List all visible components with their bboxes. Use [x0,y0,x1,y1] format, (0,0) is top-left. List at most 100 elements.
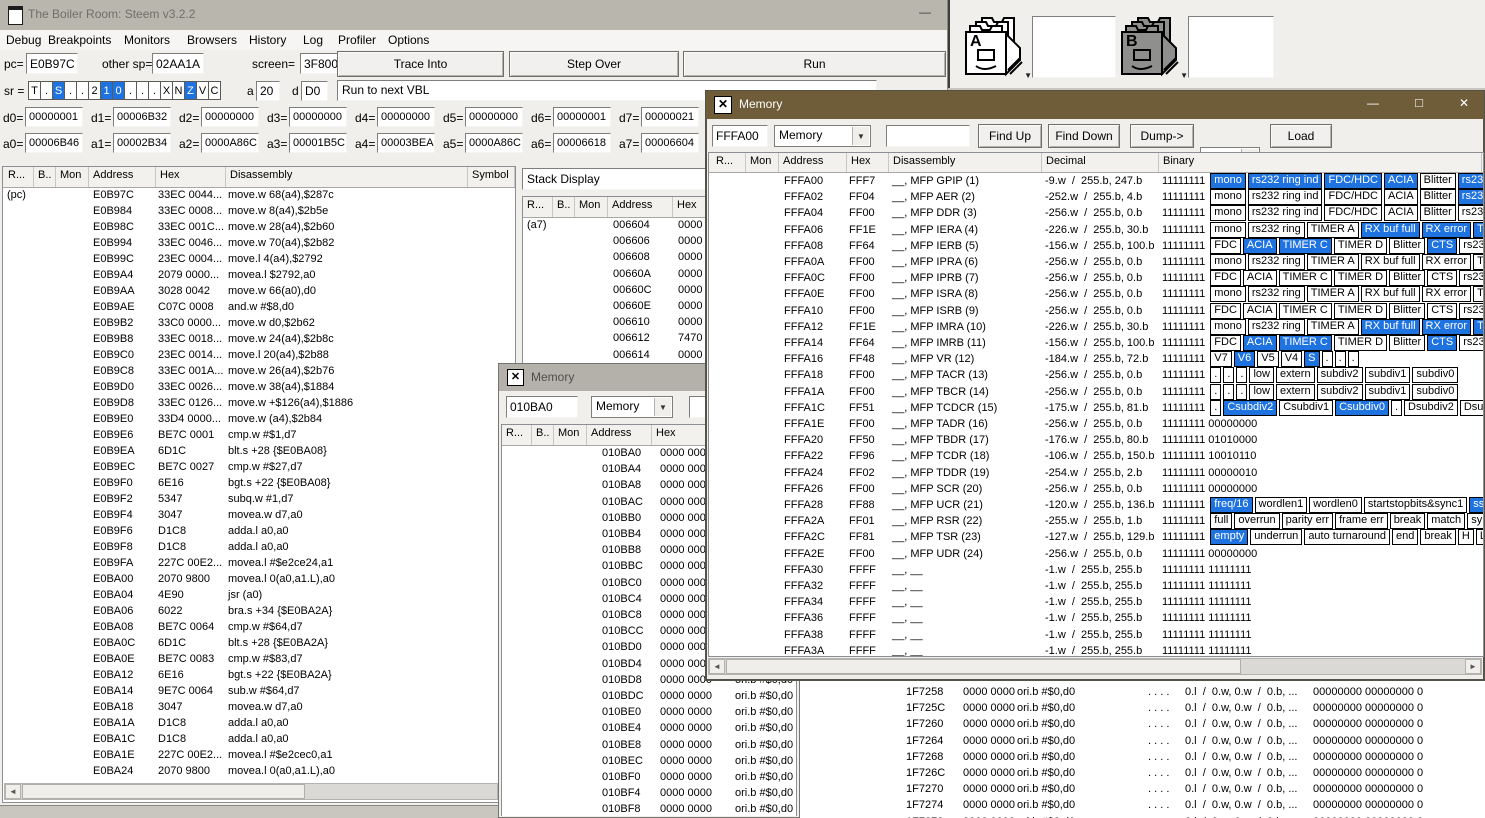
menu-item-browsers[interactable]: Browsers [187,33,237,47]
column-header-r[interactable]: R... [502,425,532,445]
front-memory-row[interactable]: FFFA1EFF00__, MFP TADR (16)-256.w / 255.… [709,416,1483,432]
data-register-value[interactable]: 00006B32 [113,107,171,127]
front-memory-row[interactable]: FFFA32FFFF__, __-1.w / 255.b, 255.b11111… [709,578,1483,594]
front-memory-row[interactable]: FFFA3AFFFF__, __-1.w / 255.b, 255.b11111… [709,643,1483,656]
front-memory-row[interactable]: FFFA06FF1E__, MFP IERA (4)-226.w / 255.b… [709,222,1483,238]
front-memory-row[interactable]: FFFA34FFFF__, __-1.w / 255.b, 255.b11111… [709,594,1483,610]
front-memory-row[interactable]: FFFA26FF00__, MFP SCR (20)-256.w / 255.b… [709,481,1483,497]
dump-button[interactable]: Dump-> [1130,124,1194,148]
menu-item-options[interactable]: Options [388,33,429,47]
chevron-down-icon[interactable]: ▼ [852,127,869,145]
drive-b-dropdown-icon[interactable]: ▼ [1180,71,1188,80]
front-memory-row[interactable]: FFFA10FF00__, MFP ISRB (9)-256.w / 255.b… [709,303,1483,319]
memory3-row[interactable]: 1F72640000 0000ori.b #$0,d0. . . .0.l / … [793,733,1485,749]
column-header-b[interactable]: B.. [553,197,575,217]
front-memory-row[interactable]: FFFA16FF48__, MFP VR (12)-184.w / 255.b,… [709,351,1483,367]
menu-item-monitors[interactable]: Monitors [124,33,170,47]
menu-item-log[interactable]: Log [303,33,323,47]
disassembly-row[interactable]: E0BA002070 9800movea.l 0(a0,a1.L),a0 [3,571,515,587]
front-memory-row[interactable]: FFFA02FF04__, MFP AER (2)-252.w / 255.b,… [709,189,1483,205]
column-header-b[interactable]: B.. [34,167,56,187]
disassembly-row[interactable]: E0B9C023EC 0014...move.l 20(a4),$2b88 [3,347,515,363]
stack-display-combo[interactable]: Stack Display [522,168,713,190]
memory3-row[interactable]: 1F72600000 0000ori.b #$0,d0. . . .0.l / … [793,716,1485,732]
front-maximize-button[interactable]: □ [1404,95,1434,113]
find-down-button[interactable]: Find Down [1048,124,1120,148]
disassembly-row[interactable]: E0BA242070 9800movea.l 0(a0,a1.L),a0 [3,763,515,779]
drive-a-icon[interactable]: A ▼ [964,14,1026,80]
column-header-mon[interactable]: Mon [746,153,779,172]
scroll-thumb[interactable] [726,659,1241,674]
memory3-row[interactable]: 1F726C0000 0000ori.b #$0,d0. . . .0.l / … [793,765,1485,781]
data-register-value[interactable]: 00000021 [641,107,699,127]
step-over-button[interactable]: Step Over [509,51,679,77]
disassembly-row[interactable]: E0B9D833EC 0126...move.w +$126(a4),$1886 [3,395,515,411]
sr-flag-15[interactable]: C [208,81,221,100]
disassembly-row[interactable]: E0B98433EC 0008...move.w 8(a4),$2b5e [3,203,515,219]
data-register-value[interactable]: 00000001 [25,107,83,127]
disassembly-row[interactable]: E0BA126E16bgt.s +22 {$E0BA2A} [3,667,515,683]
front-search-input[interactable] [886,125,970,147]
column-header-r[interactable]: R... [4,167,34,187]
data-register-value[interactable]: 00000000 [465,107,523,127]
disassembly-row[interactable]: E0B9ECBE7C 0027cmp.w #$27,d7 [3,459,515,475]
disassembly-row[interactable]: E0B9F43047movea.w d7,a0 [3,507,515,523]
disassembly-row[interactable]: E0B9B833EC 0018...move.w 24(a4),$2b8c [3,331,515,347]
drive-b-icon[interactable]: B ▼ [1120,14,1182,80]
memory2-row[interactable]: 010BF00000 0000ori.b #$0,d0 [502,769,796,785]
disassembly-row[interactable]: E0BA1AD1C8adda.l a0,a0 [3,715,515,731]
front-address-input[interactable] [712,125,768,147]
front-hscrollbar[interactable]: ◄ ► [708,658,1482,675]
front-close-button[interactable]: ✕ [1449,96,1479,114]
front-memory-row[interactable]: FFFA04FF00__, MFP DDR (3)-256.w / 255.b,… [709,205,1483,221]
data-register-value[interactable]: 00000001 [553,107,611,127]
disassembly-row[interactable]: E0BA08BE7C 0064cmp.w #$64,d7 [3,619,515,635]
front-memory-row[interactable]: FFFA1CFF51__, MFP TCDCR (15)-175.w / 255… [709,400,1483,416]
front-memory-row[interactable]: FFFA14FF64__, MFP IMRB (11)-156.w / 255.… [709,335,1483,351]
stack-row[interactable]: 0066060000 [523,233,712,249]
front-memory-row[interactable]: FFFA0EFF00__, MFP ISRA (8)-256.w / 255.b… [709,286,1483,302]
column-header-address[interactable]: Address [608,197,673,217]
disassembly-row[interactable]: E0B9AEC07C 0008and.w #$8,d0 [3,299,515,315]
disassembly-row[interactable]: E0B99C23EC 0004...move.l 4(a4),$2792 [3,251,515,267]
front-memory-row[interactable]: FFFA0AFF00__, MFP IPRA (6)-256.w / 255.b… [709,254,1483,270]
front-memory-row[interactable]: FFFA00FFF7__, MFP GPIP (1)-9.w / 255.b, … [709,173,1483,189]
memory2-address-input[interactable] [506,396,578,418]
front-memory-row[interactable]: FFFA22FF96__, MFP TCDR (18)-106.w / 255.… [709,448,1483,464]
column-header-binary[interactable]: Binary [1159,153,1482,172]
front-minimize-button[interactable]: — [1358,96,1388,114]
disassembly-row[interactable]: E0B9B233C0 0000...move.w d0,$2b62 [3,315,515,331]
address-register-value[interactable]: 00006B46 [25,133,83,153]
scroll-left-icon[interactable]: ◄ [5,784,21,799]
drive-b-disk-box[interactable] [1188,16,1274,78]
disassembly-row[interactable]: E0B9C833EC 001A...move.w 26(a4),$2b76 [3,363,515,379]
stack-row[interactable]: 00660C0000 [523,282,712,298]
disassembly-row[interactable]: E0B9AA3028 0042move.w 66(a0),d0 [3,283,515,299]
minimize-button[interactable]: — [912,5,938,23]
front-memory-row[interactable]: FFFA18FF00__, MFP TACR (13)-256.w / 255.… [709,367,1483,383]
disassembly-row[interactable]: E0BA066022bra.s +34 {$E0BA2A} [3,603,515,619]
front-memory-row[interactable]: FFFA20FF50__, MFP TBDR (17)-176.w / 255.… [709,432,1483,448]
disassembly-row[interactable]: E0BA044E90jsr (a0) [3,587,515,603]
column-header-disassembly[interactable]: Disassembly [226,167,468,187]
other-sp-input[interactable] [152,53,204,74]
chevron-down-icon[interactable]: ▼ [654,398,671,416]
front-memory-row[interactable]: FFFA2CFF81__, MFP TSR (23)-127.w / 255.b… [709,529,1483,545]
stack-row[interactable]: 0066140000 [523,347,712,363]
disassembly-row[interactable]: E0BA0EBE7C 0083cmp.w #$83,d7 [3,651,515,667]
memory3-row[interactable]: 1F72700000 0000ori.b #$0,d0. . . .0.l / … [793,781,1485,797]
address-register-value[interactable]: 00003BEA [377,133,435,153]
disassembly-row[interactable]: E0B9EA6D1Cblt.s +28 {$E0BA08} [3,443,515,459]
stack-row[interactable]: 00660A0000 [523,266,712,282]
memory3-row[interactable]: 1F72780000 0000ori.b #$0,d0. . . .0.l / … [793,814,1485,818]
front-memory-row[interactable]: FFFA0CFF00__, MFP IPRB (7)-256.w / 255.b… [709,270,1483,286]
memory3-row[interactable]: 1F72740000 0000ori.b #$0,d0. . . .0.l / … [793,797,1485,813]
memory2-row[interactable]: 010BDC0000 0000ori.b #$0,d0 [502,688,796,704]
column-header-mon[interactable]: Mon [575,197,608,217]
front-memory-row[interactable]: FFFA08FF64__, MFP IERB (5)-156.w / 255.b… [709,238,1483,254]
scroll-thumb[interactable] [22,784,305,799]
memory3-row[interactable]: 1F72580000 0000ori.b #$0,d0. . . .0.l / … [793,684,1485,700]
disassembly-row[interactable]: E0B99433EC 0046...move.w 70(a4),$2b82 [3,235,515,251]
address-register-value[interactable]: 00002B34 [113,133,171,153]
front-titlebar[interactable]: ✕ Memory — □ ✕ [706,91,1484,119]
